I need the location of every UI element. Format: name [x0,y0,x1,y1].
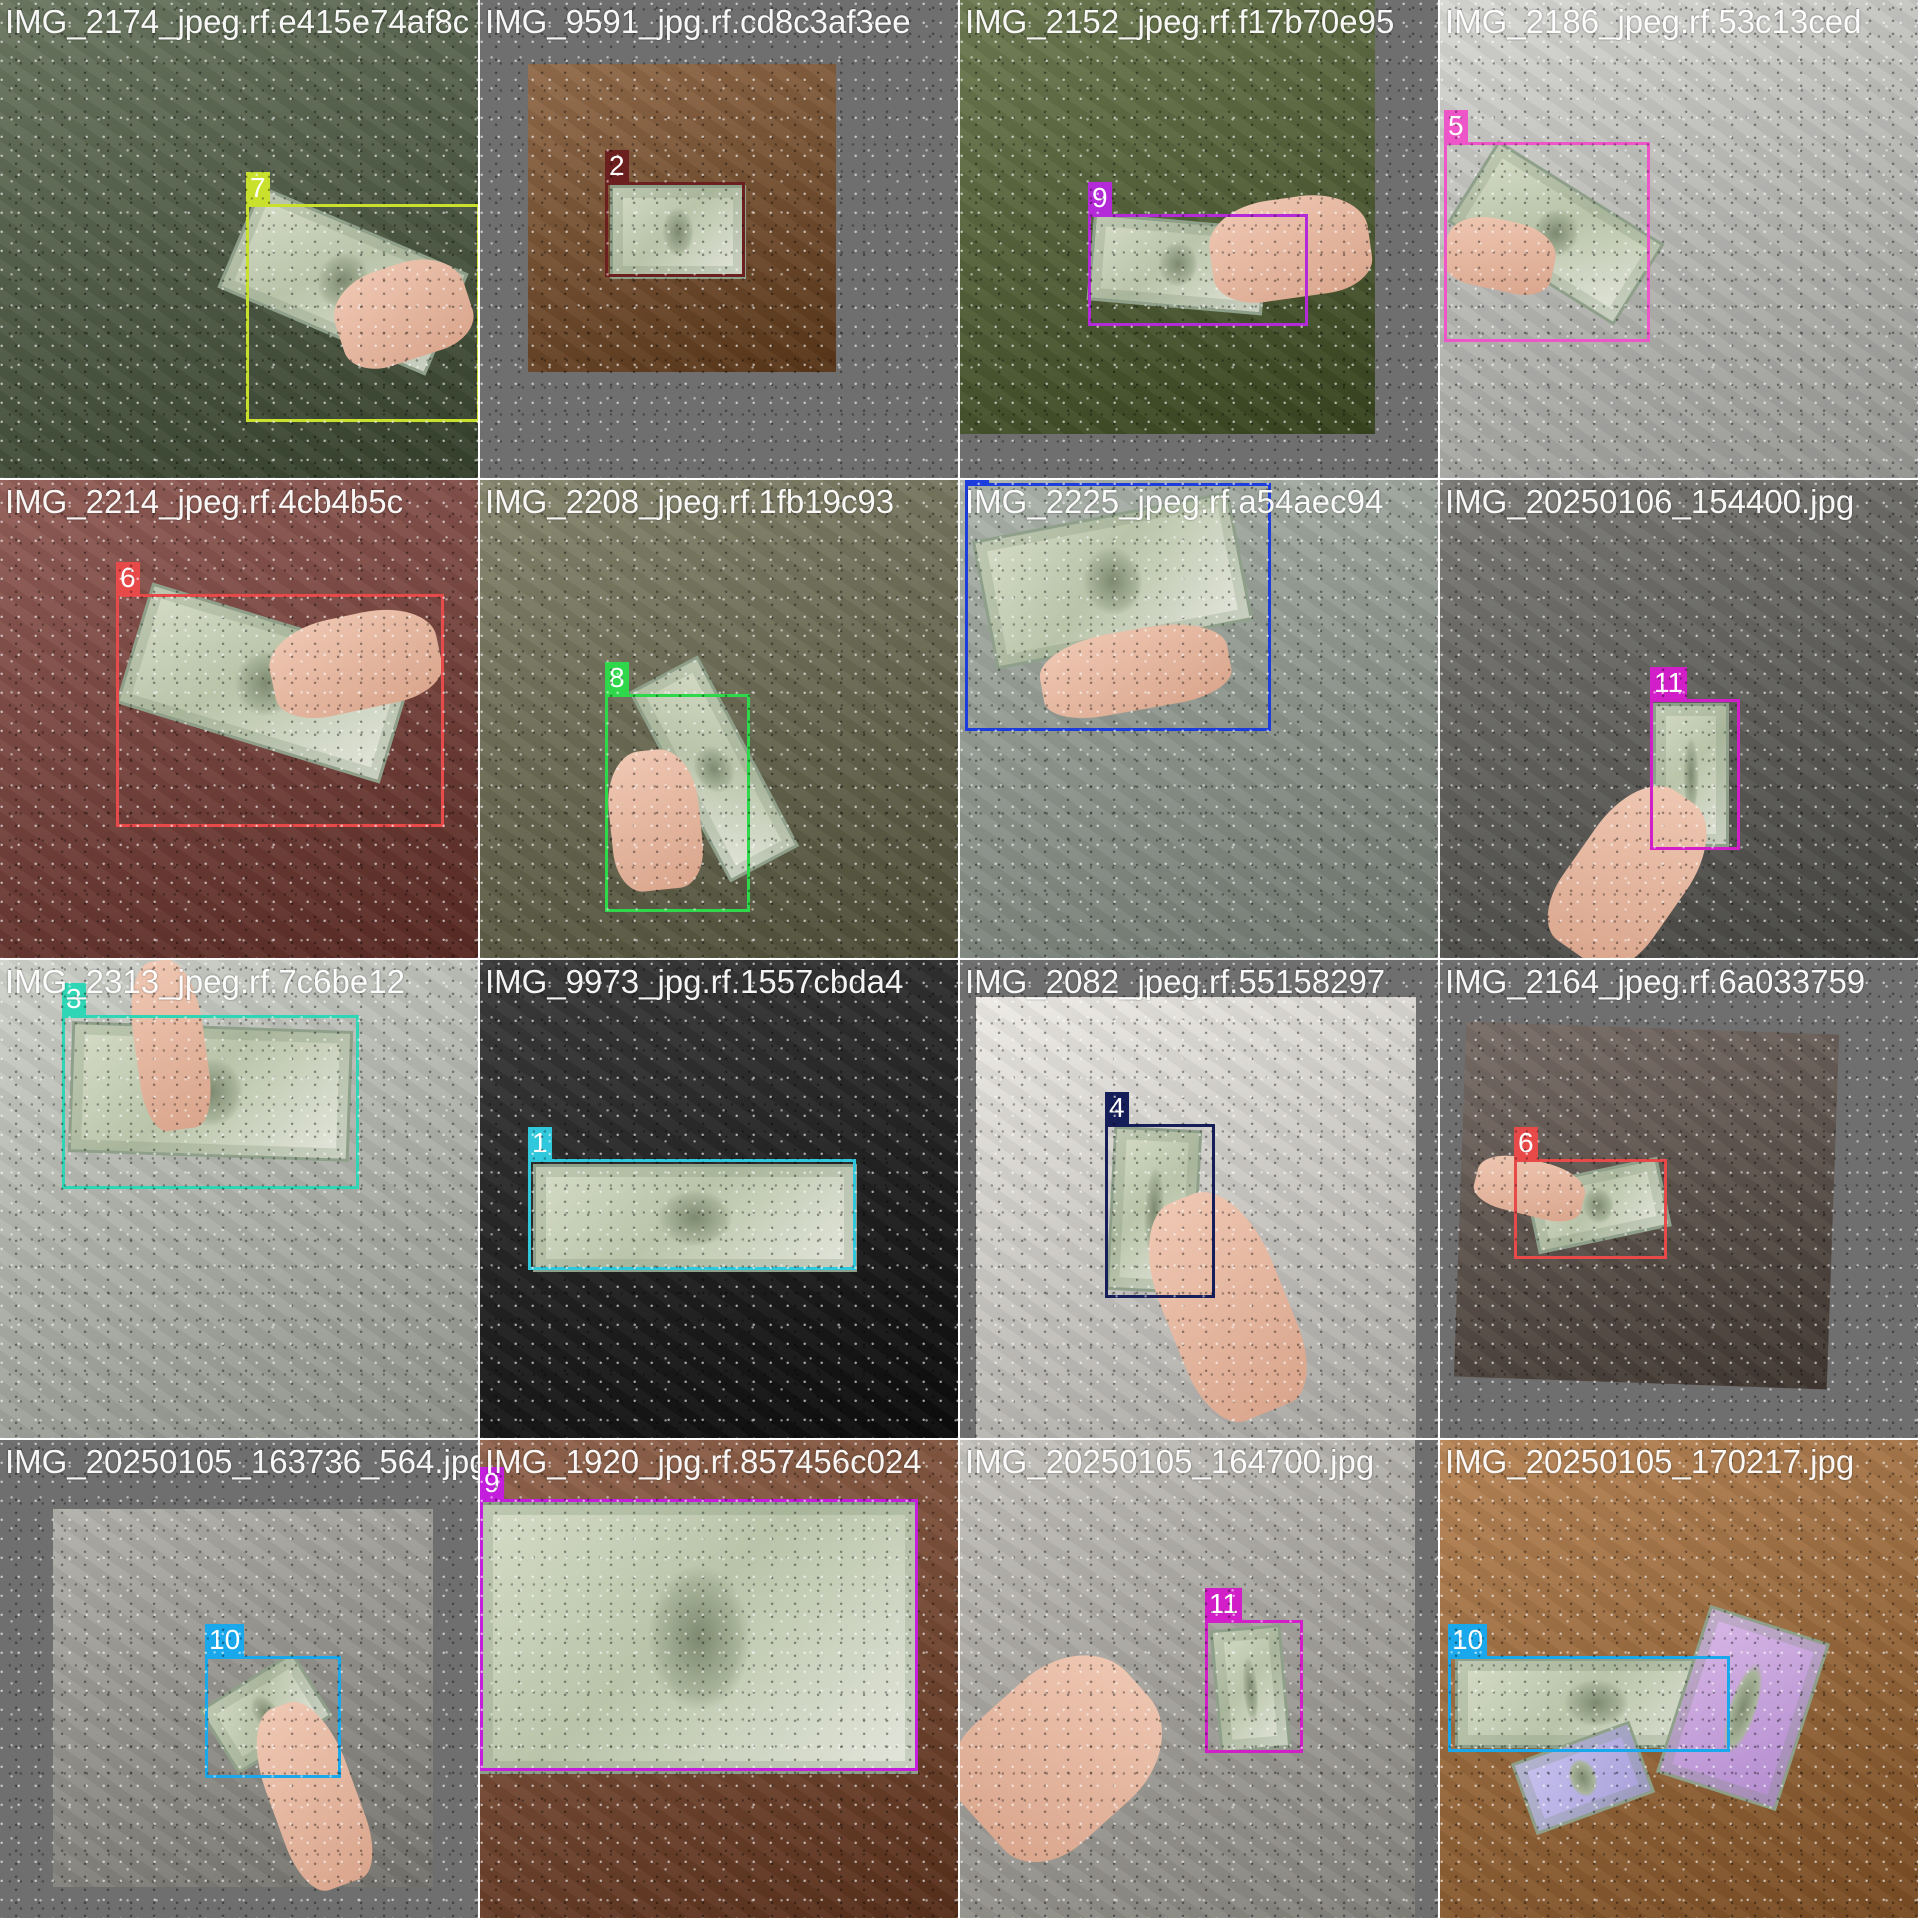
image-filename: IMG_20250105_170217.jpg [1445,1443,1855,1480]
detection-box: 3 [62,983,359,1189]
mosaic-tile: 11 IMG_20250106_154400.jpg [1440,480,1918,958]
detection-box: 1 [528,1127,856,1270]
image-filename: IMG_1920_jpg.rf.857456c024 [485,1443,922,1480]
mosaic-tile: 2 IMG_9591_jpg.rf.cd8c3af3ee [480,0,958,478]
image-filename: IMG_2208_jpeg.rf.1fb19c93 [485,483,895,520]
mosaic-tile: 9 IMG_2152_jpeg.rf.f17b70e95 [960,0,1438,478]
detection-box: 9 [1088,182,1308,326]
image-filename: IMG_2164_jpeg.rf.6a033759 [1445,963,1866,1000]
detection-box: 7 [246,172,478,422]
class-label: 11 [1205,1588,1243,1620]
detection-box: 10 [1448,1624,1730,1752]
mosaic-tile: 8 IMG_2208_jpeg.rf.1fb19c93 [480,480,958,958]
class-label: 10 [205,1624,245,1656]
mosaic-tile: 0 IMG_2225_jpeg.rf.a54aec94 [960,480,1438,958]
class-label: 5 [1444,110,1468,142]
mosaic-tile: 4 IMG_2082_jpeg.rf.55158297 [960,960,1438,1438]
mosaic-tile: 6 IMG_2214_jpeg.rf.4cb4b5c [0,480,478,958]
class-label: 6 [1514,1127,1538,1159]
image-filename: IMG_2313_jpeg.rf.7c6be12 [5,963,405,1000]
class-label: 2 [605,150,629,182]
class-label: 7 [246,172,270,204]
detection-box: 4 [1105,1092,1215,1298]
class-label: 10 [1448,1624,1488,1656]
class-label: 6 [116,562,140,594]
image-filename: IMG_2214_jpeg.rf.4cb4b5c [5,483,404,520]
mosaic-tile: 11 IMG_20250105_164700.jpg [960,1440,1438,1918]
class-label: 8 [605,662,629,694]
image-filename: IMG_2174_jpeg.rf.e415e74af8c [5,3,470,40]
mosaic-tile: 9 IMG_1920_jpg.rf.857456c024 [480,1440,958,1918]
mosaic-tile: 10 IMG_20250105_170217.jpg [1440,1440,1918,1918]
detection-box: 6 [1514,1127,1667,1259]
image-filename: IMG_9591_jpg.rf.cd8c3af3ee [485,3,911,40]
detection-box: 9 [480,1467,918,1771]
image-filename: IMG_2186_jpeg.rf.53c13ced [1445,3,1862,40]
detection-box: 10 [205,1624,341,1778]
mosaic-tile: 6 IMG_2164_jpeg.rf.6a033759 [1440,960,1918,1438]
detection-box: 8 [605,662,750,912]
image-filename: IMG_20250106_154400.jpg [1445,483,1855,520]
mosaic-tile: 10 IMG_20250105_163736_564.jpg [0,1440,478,1918]
mosaic-tile: 1 IMG_9973_jpg.rf.1557cbda4 [480,960,958,1438]
class-label: 1 [528,1127,552,1159]
class-label: 11 [1650,667,1688,699]
image-filename: IMG_2152_jpeg.rf.f17b70e95 [965,3,1395,40]
detection-box: 2 [605,150,745,277]
class-label: 4 [1105,1092,1129,1124]
class-label: 9 [1088,182,1112,214]
mosaic-tile: 5 IMG_2186_jpeg.rf.53c13ced [1440,0,1918,478]
detection-box: 5 [1444,110,1650,342]
detection-mosaic: 7 IMG_2174_jpeg.rf.e415e74af8c 2 IMG_959… [0,0,1920,1920]
detection-box: 11 [1205,1588,1303,1753]
mosaic-tile: 7 IMG_2174_jpeg.rf.e415e74af8c [0,0,478,478]
image-filename: IMG_2225_jpeg.rf.a54aec94 [965,483,1384,520]
image-filename: IMG_2082_jpeg.rf.55158297 [965,963,1386,1000]
image-filename: IMG_9973_jpg.rf.1557cbda4 [485,963,904,1000]
detection-box: 11 [1650,667,1740,850]
image-filename: IMG_20250105_163736_564.jpg [5,1443,478,1480]
image-filename: IMG_20250105_164700.jpg [965,1443,1375,1480]
mosaic-tile: 3 IMG_2313_jpeg.rf.7c6be12 [0,960,478,1438]
detection-box: 6 [116,562,444,827]
